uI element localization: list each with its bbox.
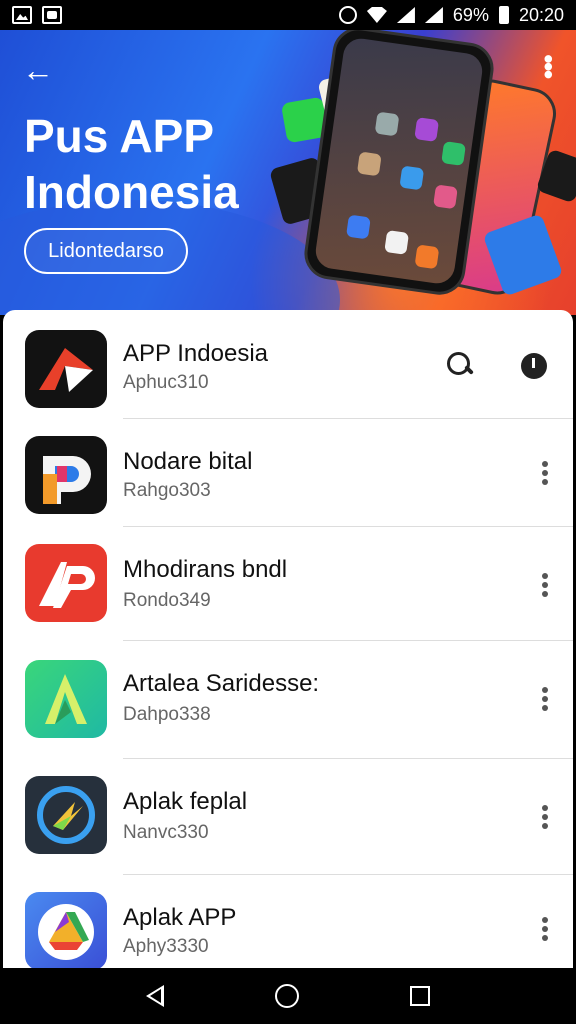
- more-options-icon[interactable]: [541, 802, 549, 832]
- list-item[interactable]: Artalea Saridesse: Dahpo338: [3, 640, 573, 758]
- app-dot-icon: [345, 214, 371, 240]
- status-bar: 69% 20:20: [0, 0, 576, 30]
- signal-icon-2: [424, 7, 443, 23]
- app-dot-icon: [374, 111, 400, 137]
- more-options-icon[interactable]: [541, 914, 549, 944]
- app-name: Aplak APP: [123, 904, 237, 931]
- more-options-icon[interactable]: [541, 458, 549, 488]
- ap-red-app-icon: [25, 544, 107, 622]
- nav-recents-icon[interactable]: [410, 986, 431, 1006]
- signal-icon: [396, 7, 415, 23]
- list-item[interactable]: APP Indoesia Aphuc310: [3, 310, 573, 418]
- app-list-panel: APP Indoesia Aphuc310 Nodare bital Rahgo…: [3, 310, 573, 968]
- more-options-icon[interactable]: [541, 570, 549, 600]
- app-subtitle: Rondo349: [123, 590, 211, 611]
- app-name: Nodare bital: [123, 448, 253, 475]
- nav-back-icon[interactable]: [145, 985, 164, 1007]
- navigation-bar: [0, 968, 576, 1024]
- app-dot-icon: [414, 117, 440, 142]
- hero-banner: ← ••• Pus APP Indonesia Lidontedarso: [0, 30, 576, 315]
- battery-icon: [498, 6, 509, 24]
- p-logo-app-icon: [25, 436, 107, 514]
- back-arrow-icon[interactable]: ←: [22, 54, 54, 86]
- a-green-app-icon: [25, 660, 107, 738]
- app-dot-icon: [433, 184, 458, 210]
- nav-home-icon[interactable]: [274, 984, 299, 1008]
- red-arrow-app-icon: [25, 330, 107, 408]
- search-icon[interactable]: [445, 350, 475, 380]
- app-dot-icon: [384, 230, 410, 255]
- phone-screen: [313, 36, 485, 286]
- app-name: Aplak feplal: [123, 788, 248, 815]
- clock: 20:20: [518, 4, 564, 25]
- app-subtitle: Dahpo338: [123, 704, 211, 725]
- app-dot-icon: [399, 165, 425, 191]
- hero-title: Pus APP Indonesia: [24, 110, 239, 218]
- drive-app-icon: [25, 892, 107, 968]
- app-dot-icon: [414, 244, 440, 270]
- list-item[interactable]: Aplak feplal Nanvc330: [3, 758, 573, 874]
- app-subtitle: Aphy3330: [123, 936, 209, 957]
- more-options-icon[interactable]: [541, 684, 549, 714]
- app-subtitle: Aphuc310: [123, 372, 209, 393]
- app-name: APP Indoesia: [123, 340, 268, 367]
- app-name: Artalea Saridesse:: [123, 670, 320, 697]
- status-bar-left: [12, 6, 62, 24]
- app-notification-icon: [42, 6, 62, 24]
- app-subtitle: Rahgo303: [123, 480, 211, 501]
- more-options-icon[interactable]: •••: [533, 54, 564, 77]
- wifi-icon: [366, 7, 387, 23]
- list-item[interactable]: Aplak APP Aphy3330: [3, 874, 573, 968]
- hero-button[interactable]: Lidontedarso: [24, 228, 188, 274]
- battery-percent: 69%: [452, 4, 489, 25]
- timer-icon[interactable]: [521, 353, 547, 379]
- gallery-notification-icon: [12, 6, 32, 24]
- compass-app-icon: [25, 776, 107, 854]
- status-bar-right: 69% 20:20: [338, 4, 564, 26]
- list-item[interactable]: Mhodirans bndl Rondo349: [3, 526, 573, 640]
- app-subtitle: Nanvc330: [123, 822, 209, 843]
- app-name: Mhodirans bndl: [123, 556, 288, 583]
- alarm-icon: [338, 6, 357, 24]
- app-dot-icon: [441, 141, 466, 166]
- app-dot-icon: [356, 151, 382, 177]
- list-item[interactable]: Nodare bital Rahgo303: [3, 418, 573, 526]
